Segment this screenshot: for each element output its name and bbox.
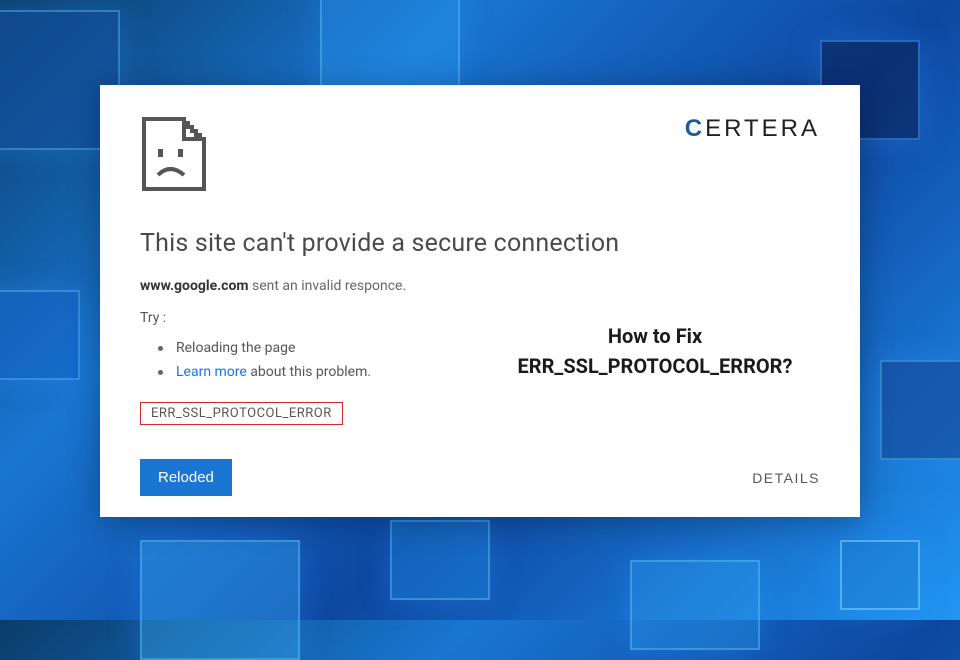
- brand-logo: CERTERA: [685, 115, 820, 143]
- callout-line-2: ERR_SSL_PROTOCOL_ERROR?: [490, 351, 820, 381]
- bg-decoration: [140, 540, 300, 660]
- error-card: CERTERA This site can't provide a secure…: [100, 85, 860, 517]
- suggestion-reload: Reloading the page: [176, 340, 295, 356]
- bg-decoration: [840, 540, 920, 610]
- suggestion-suffix: about this problem.: [247, 364, 371, 380]
- callout: How to Fix ERR_SSL_PROTOCOL_ERROR?: [490, 321, 820, 381]
- error-code: ERR_SSL_PROTOCOL_ERROR: [140, 402, 343, 425]
- callout-line-1: How to Fix: [490, 321, 820, 351]
- sad-file-icon: [140, 115, 212, 193]
- brand-rest: ERTERA: [705, 115, 820, 142]
- card-header: CERTERA: [140, 115, 820, 193]
- learn-more-link[interactable]: Learn more: [176, 364, 247, 380]
- brand-first-letter: C: [685, 115, 705, 142]
- error-title: This site can't provide a secure connect…: [140, 229, 820, 258]
- bg-decoration: [880, 360, 960, 460]
- error-desc-suffix: sent an invalid responce.: [249, 278, 407, 294]
- card-footer: Reloded DETAILS: [140, 459, 820, 496]
- bg-decoration: [630, 560, 760, 650]
- details-button[interactable]: DETAILS: [752, 470, 820, 486]
- error-description: www.google.com sent an invalid responce.: [140, 278, 820, 294]
- bg-decoration: [0, 290, 80, 380]
- reload-button[interactable]: Reloded: [140, 459, 232, 496]
- bg-decoration: [390, 520, 490, 600]
- error-domain: www.google.com: [140, 278, 249, 294]
